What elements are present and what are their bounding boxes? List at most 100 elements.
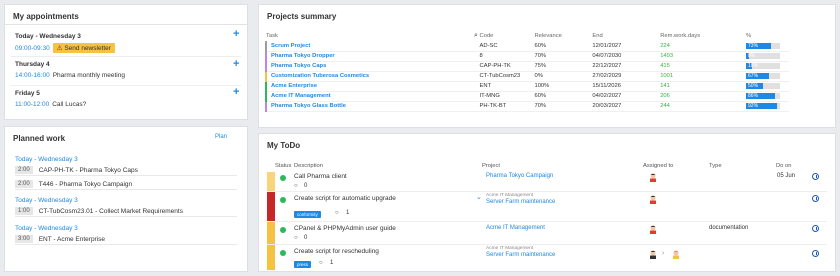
todo-project[interactable]: Acme IT Management bbox=[486, 225, 545, 231]
todo-tag[interactable]: press bbox=[294, 261, 312, 268]
projects-summary-title: Projects summary bbox=[267, 12, 337, 21]
todo-title: My ToDo bbox=[267, 141, 301, 150]
comment-icon[interactable]: ○ bbox=[294, 235, 298, 241]
project-task[interactable]: Customization Tuberosa Cosmetics bbox=[265, 71, 480, 82]
todo-project[interactable]: Server Farm maintenance bbox=[486, 252, 555, 258]
avatar-icon[interactable] bbox=[649, 195, 657, 204]
planned-text: CT-TubCosm23.01 - Collect Market Require… bbox=[38, 207, 183, 215]
project-progress-cell: 73% bbox=[746, 41, 789, 52]
col-type[interactable]: Type bbox=[709, 163, 722, 172]
project-task[interactable]: Acme IT Management bbox=[265, 91, 480, 102]
planned-item[interactable]: 1:00 CT-TubCosm23.01 - Collect Market Re… bbox=[15, 206, 237, 217]
clock-icon[interactable] bbox=[812, 250, 819, 257]
planned-text: ENT - Acme Enterprise bbox=[38, 235, 106, 243]
appointment-text: Send newsletter bbox=[64, 45, 111, 52]
planned-item[interactable]: 3:00 ENT - Acme Enterprise bbox=[15, 234, 237, 245]
planned-work-panel: Planned work Plan Today - Wednesday 3 2:… bbox=[4, 126, 248, 272]
todo-tag[interactable]: conformity bbox=[294, 211, 321, 218]
project-task[interactable]: Pharma Tokyo Glass Bottle bbox=[265, 101, 480, 112]
col-code[interactable]: Code bbox=[480, 31, 535, 41]
avatar-icon[interactable] bbox=[672, 250, 680, 259]
project-task[interactable]: Pharma Tokyo Dropper bbox=[265, 51, 480, 62]
planned-item[interactable]: 2:00 T446 - Pharma Tokyo Campaign bbox=[15, 179, 237, 190]
project-progress-cell: 86% bbox=[746, 91, 789, 102]
planned-duration: 3:00 bbox=[15, 235, 33, 243]
project-row[interactable]: Acme IT Management IT-MNG 60% 04/02/2027 206… bbox=[265, 91, 789, 102]
clock-icon[interactable] bbox=[812, 225, 819, 232]
todo-title-text[interactable]: Call Pharma client bbox=[294, 173, 347, 180]
todo-project[interactable]: Server Farm maintenance bbox=[486, 199, 555, 205]
appointment-day: Thursday 4 bbox=[15, 61, 50, 68]
col-status[interactable]: Status bbox=[275, 163, 291, 172]
project-rem-days: 141 bbox=[660, 81, 747, 92]
col-percent[interactable]: % bbox=[746, 31, 789, 41]
progress-bar: 92% bbox=[746, 103, 781, 109]
avatar-icon[interactable] bbox=[649, 173, 657, 182]
planned-duration: 2:00 bbox=[15, 166, 33, 174]
todo-title-text[interactable]: CPanel & PHPMyAdmin user guide bbox=[294, 225, 396, 232]
appointment-item[interactable]: 09:00-09:30 ⚠ Send newsletter bbox=[15, 43, 115, 53]
project-task[interactable]: Pharma Tokyo Caps bbox=[265, 61, 480, 72]
comment-icon[interactable]: ○ bbox=[319, 260, 323, 266]
project-code: CAP-PH-TK bbox=[479, 61, 535, 72]
project-relevance: 60% bbox=[534, 41, 593, 52]
comment-icon[interactable]: ○ bbox=[335, 210, 339, 216]
project-task[interactable]: Scrum Project bbox=[265, 41, 480, 52]
todo-due: 05 Jun bbox=[777, 173, 796, 179]
projects-table: Task ⌕ Code Relevance End Rem.work.days %… bbox=[265, 31, 789, 112]
progress-bar: 86% bbox=[746, 93, 781, 99]
divider bbox=[11, 85, 241, 86]
avatar-icon[interactable] bbox=[649, 225, 657, 234]
todo-project[interactable]: Pharma Tokyo Campaign bbox=[486, 173, 553, 179]
planned-text: T446 - Pharma Tokyo Campaign bbox=[38, 180, 133, 188]
todo-title-text[interactable]: Create script for rescheduling bbox=[294, 248, 379, 255]
add-appointment-icon[interactable]: + bbox=[233, 29, 239, 40]
todo-row[interactable]: Call Pharma client ○ 0 Pharma Tokyo Camp… bbox=[267, 172, 827, 192]
project-relevance: 75% bbox=[534, 61, 593, 72]
chevron-down-icon[interactable]: ⌄ bbox=[476, 193, 482, 201]
project-end: 04/07/2030 bbox=[592, 51, 661, 62]
project-row[interactable]: Scrum Project AD-SC 60% 12/01/2027 224 73% bbox=[265, 41, 789, 52]
status-dot bbox=[280, 227, 286, 233]
project-rem-days: 415 bbox=[660, 61, 747, 72]
priority-strip bbox=[267, 192, 275, 221]
comment-count: 1 bbox=[330, 260, 334, 266]
project-end: 20/03/2027 bbox=[592, 101, 661, 112]
project-progress-cell: 8% bbox=[746, 51, 789, 62]
col-end[interactable]: End bbox=[592, 31, 660, 41]
progress-bar: 67% bbox=[746, 73, 781, 79]
todo-row[interactable]: CPanel & PHPMyAdmin user guide ○ 0 Acme … bbox=[267, 222, 827, 245]
search-icon[interactable]: ⌕ bbox=[474, 32, 478, 40]
clock-icon[interactable] bbox=[812, 173, 819, 180]
project-row[interactable]: Pharma Tokyo Glass Bottle PH-TK-BT 70% 20/0… bbox=[265, 101, 789, 112]
col-relevance[interactable]: Relevance bbox=[534, 31, 592, 41]
planned-item[interactable]: 2:00 CAP-PH-TK - Pharma Tokyo Caps bbox=[15, 165, 237, 176]
avatar-icon[interactable] bbox=[649, 250, 657, 259]
priority-strip bbox=[267, 172, 275, 191]
project-row[interactable]: Pharma Tokyo Caps CAP-PH-TK 75% 22/12/2027 4… bbox=[265, 61, 789, 72]
project-row[interactable]: Customization Tuberosa Cosmetics CT-TubCo… bbox=[265, 71, 789, 82]
priority-strip bbox=[267, 245, 275, 270]
project-row[interactable]: Acme Enterprise ENT 100% 15/11/2026 141 50% bbox=[265, 81, 789, 92]
todo-row[interactable]: Create script for rescheduling press ○ 1… bbox=[267, 245, 827, 270]
appointment-item[interactable]: 14:00-16:00 Pharma monthly meeting bbox=[15, 72, 125, 79]
project-task[interactable]: Acme Enterprise bbox=[265, 81, 480, 92]
col-due[interactable]: Do on bbox=[776, 163, 791, 172]
col-rem-days[interactable]: Rem.work.days bbox=[660, 31, 746, 41]
col-assigned[interactable]: Assigned to bbox=[643, 163, 673, 172]
project-relevance: 60% bbox=[534, 91, 593, 102]
todo-row[interactable]: Create script for automatic upgrade conf… bbox=[267, 192, 827, 222]
project-row[interactable]: Pharma Tokyo Dropper 8 70% 04/07/2030 1493 8% bbox=[265, 51, 789, 62]
col-project[interactable]: Project bbox=[482, 163, 500, 172]
comment-icon[interactable]: ○ bbox=[294, 183, 298, 189]
col-description[interactable]: Description bbox=[294, 163, 323, 172]
clock-icon[interactable] bbox=[812, 195, 819, 202]
appointment-item[interactable]: 11:00-12:00 Call Lucas? bbox=[15, 101, 86, 108]
todo-project-parent: Acme IT Management bbox=[486, 246, 534, 251]
col-task[interactable]: Task ⌕ bbox=[266, 31, 480, 41]
add-appointment-icon[interactable]: + bbox=[233, 59, 239, 70]
todo-title-text[interactable]: Create script for automatic upgrade bbox=[294, 195, 396, 202]
project-progress-cell: 92% bbox=[746, 101, 789, 112]
plan-button[interactable]: Plan bbox=[215, 134, 227, 140]
add-appointment-icon[interactable]: + bbox=[233, 87, 239, 98]
